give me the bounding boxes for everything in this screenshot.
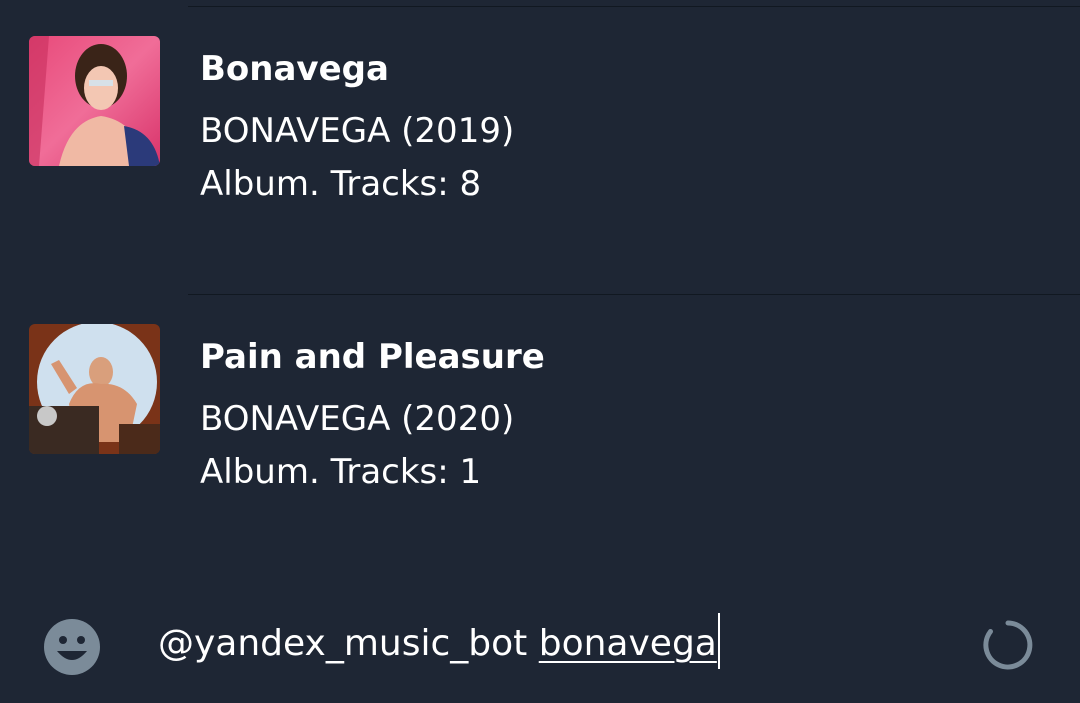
result-meta: Album. Tracks: 1 — [200, 452, 482, 492]
text-caret — [717, 613, 720, 669]
loading-spinner-icon — [982, 619, 1034, 671]
smiley-icon[interactable] — [42, 617, 102, 677]
album-cover-image — [29, 324, 160, 454]
result-subtitle: BONAVEGA (2020) — [200, 399, 515, 439]
result-title: Pain and Pleasure — [200, 337, 545, 377]
result-meta: Album. Tracks: 8 — [200, 164, 482, 204]
inline-result-item[interactable]: Pain and Pleasure BONAVEGA (2020) Album.… — [0, 295, 1080, 583]
album-cover-image — [29, 36, 160, 166]
bot-mention: @yandex_music_bot — [158, 623, 528, 664]
message-input-bar: @yandex_music_bot bonavega — [0, 590, 1080, 703]
result-title: Bonavega — [200, 49, 389, 89]
search-query: bonavega — [538, 623, 717, 664]
message-input[interactable]: @yandex_music_bot bonavega — [158, 613, 720, 670]
inline-result-item[interactable]: Bonavega BONAVEGA (2019) Album. Tracks: … — [0, 7, 1080, 295]
result-subtitle: BONAVEGA (2019) — [200, 111, 515, 151]
